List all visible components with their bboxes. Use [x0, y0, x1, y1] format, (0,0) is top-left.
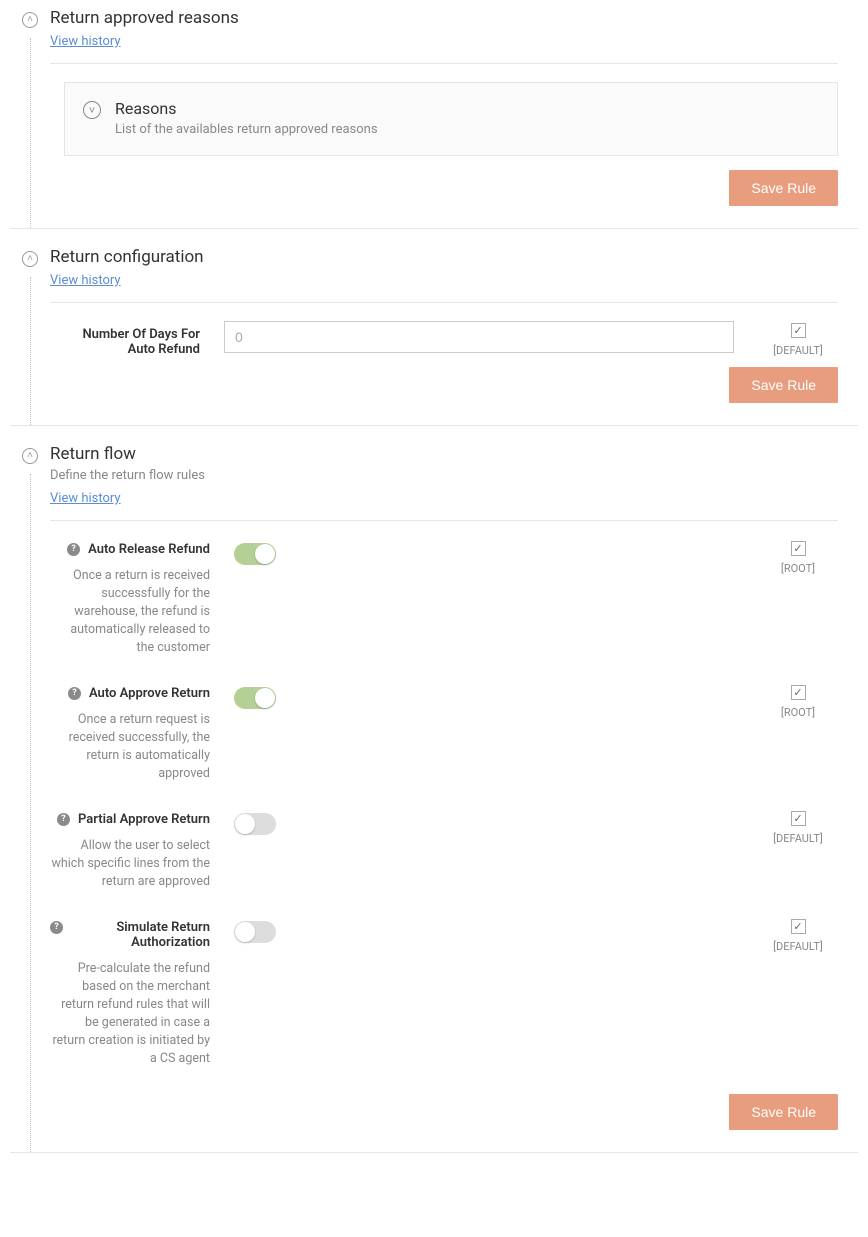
panel-subtitle: Define the return flow rules: [50, 468, 838, 483]
flow-desc: Pre-calculate the refund based on the me…: [50, 960, 210, 1069]
scope-label: [DEFAULT]: [773, 940, 823, 953]
scope-meta: [ROOT]: [758, 539, 838, 575]
toggle-switch[interactable]: [234, 543, 276, 565]
view-history-link[interactable]: View history: [50, 491, 121, 506]
flow-label: Auto Approve Return: [89, 686, 210, 701]
flow-row: ? Auto Approve Return Once a return requ…: [50, 683, 838, 783]
flow-label: Partial Approve Return: [78, 812, 210, 827]
view-history-link[interactable]: View history: [50, 34, 121, 49]
toggle-knob: [235, 814, 255, 834]
divider: [50, 302, 838, 303]
flow-label: Simulate Return Authorization: [71, 920, 210, 950]
flow-desc: Allow the user to select which specific …: [50, 837, 210, 891]
flow-label-col: ? Simulate Return Authorization Pre-calc…: [50, 917, 210, 1068]
field-row-days-auto-refund: Number Of Days For Auto Refund [DEFAULT]: [50, 321, 838, 357]
panel-title: Return configuration: [50, 247, 838, 267]
scope-checkbox[interactable]: [791, 323, 806, 338]
scope-checkbox[interactable]: [791, 685, 806, 700]
scope-meta: [DEFAULT]: [758, 917, 838, 953]
flow-desc: Once a return is received successfully f…: [50, 567, 210, 658]
flow-label-col: ? Partial Approve Return Allow the user …: [50, 809, 210, 891]
panel-return-approved-reasons: ˄ Return approved reasons View history ˅…: [10, 0, 858, 229]
divider: [50, 520, 838, 521]
flow-label: Auto Release Refund: [88, 542, 210, 557]
panel-title: Return flow: [50, 444, 838, 464]
toggle-switch[interactable]: [234, 687, 276, 709]
reasons-card-desc: List of the availables return approved r…: [115, 122, 378, 137]
flow-label-col: ? Auto Release Refund Once a return is r…: [50, 539, 210, 657]
panel-gutter: ˄: [10, 444, 50, 1130]
scope-label: [ROOT]: [781, 562, 815, 575]
toggle-knob: [255, 544, 275, 564]
reasons-card-title: Reasons: [115, 99, 378, 118]
view-history-link[interactable]: View history: [50, 273, 121, 288]
toggle-switch[interactable]: [234, 921, 276, 943]
panel-gutter: ˄: [10, 8, 50, 206]
help-icon[interactable]: ?: [50, 921, 63, 934]
panel-body: Return configuration View history Number…: [50, 247, 858, 403]
toggle-switch[interactable]: [234, 813, 276, 835]
save-rule-button[interactable]: Save Rule: [729, 367, 838, 403]
flow-row: ? Partial Approve Return Allow the user …: [50, 809, 838, 891]
panel-return-configuration: ˄ Return configuration View history Numb…: [10, 229, 858, 426]
toggle-knob: [255, 688, 275, 708]
panel-body: Return flow Define the return flow rules…: [50, 444, 858, 1130]
days-auto-refund-input[interactable]: [224, 321, 734, 353]
scope-label: [ROOT]: [781, 706, 815, 719]
help-icon[interactable]: ?: [57, 813, 70, 826]
chevron-up-icon[interactable]: ˄: [22, 251, 38, 267]
scope-label: [DEFAULT]: [773, 832, 823, 845]
flow-desc: Once a return request is received succes…: [50, 711, 210, 784]
panel-body: Return approved reasons View history ˅ R…: [50, 8, 858, 206]
help-icon[interactable]: ?: [67, 543, 80, 556]
scope-meta: [ROOT]: [758, 683, 838, 719]
chevron-up-icon[interactable]: ˄: [22, 448, 38, 464]
scope-label: [DEFAULT]: [773, 344, 823, 357]
flow-label-col: ? Auto Approve Return Once a return requ…: [50, 683, 210, 783]
toggle-knob: [235, 922, 255, 942]
panel-title: Return approved reasons: [50, 8, 838, 28]
scope-checkbox[interactable]: [791, 541, 806, 556]
save-rule-button[interactable]: Save Rule: [729, 1094, 838, 1130]
panel-gutter: ˄: [10, 247, 50, 403]
flow-row: ? Auto Release Refund Once a return is r…: [50, 539, 838, 657]
scope-meta: [DEFAULT]: [758, 321, 838, 357]
field-label-line2: Auto Refund: [128, 342, 200, 357]
scope-checkbox[interactable]: [791, 811, 806, 826]
scope-meta: [DEFAULT]: [758, 809, 838, 845]
divider: [50, 63, 838, 64]
panel-return-flow: ˄ Return flow Define the return flow rul…: [10, 426, 858, 1153]
chevron-down-icon[interactable]: ˅: [83, 101, 101, 119]
help-icon[interactable]: ?: [68, 687, 81, 700]
flow-row: ? Simulate Return Authorization Pre-calc…: [50, 917, 838, 1068]
reasons-card: ˅ Reasons List of the availables return …: [64, 82, 838, 156]
field-label: Number Of Days For Auto Refund: [50, 321, 200, 357]
save-rule-button[interactable]: Save Rule: [729, 170, 838, 206]
scope-checkbox[interactable]: [791, 919, 806, 934]
field-label-line1: Number Of Days For: [82, 327, 200, 342]
chevron-up-icon[interactable]: ˄: [22, 12, 38, 28]
